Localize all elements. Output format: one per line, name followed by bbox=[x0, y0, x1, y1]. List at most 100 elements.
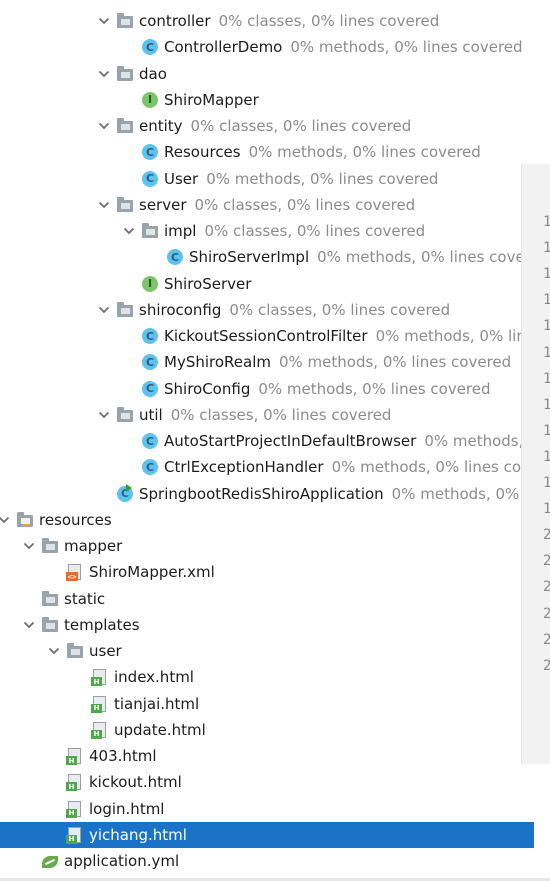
chevron-down-icon[interactable] bbox=[96, 297, 112, 323]
tree-item-label: user bbox=[89, 642, 122, 660]
tree-row[interactable]: static bbox=[0, 586, 534, 612]
tree-item-label: MyShiroRealm bbox=[164, 353, 271, 372]
package-folder-icon bbox=[116, 301, 134, 319]
tree-item-label: login.html bbox=[89, 799, 165, 818]
coverage-info: 0% methods, 0% lines covered bbox=[391, 484, 534, 503]
tree-row[interactable]: Hindex.html bbox=[0, 664, 534, 690]
tree-row[interactable]: C KickoutSessionControlFilter 0% methods, … bbox=[0, 323, 534, 349]
chevron-down-icon[interactable] bbox=[121, 218, 137, 244]
chevron-down-icon[interactable] bbox=[21, 533, 37, 559]
chevron-down-icon[interactable] bbox=[21, 612, 37, 638]
tree-row[interactable]: util 0% classes, 0% lines covered bbox=[0, 402, 534, 428]
tree-row[interactable]: <> ShiroMapper.xml bbox=[0, 559, 534, 585]
coverage-info: 0% classes, 0% lines covered bbox=[170, 405, 392, 424]
line-number: 2 bbox=[543, 657, 550, 674]
tree-row[interactable]: C ShiroServerImpl 0% methods, 0% lines cov… bbox=[0, 244, 534, 270]
html-file-icon: H bbox=[66, 747, 84, 765]
class-icon: C bbox=[141, 432, 159, 450]
tree-item-label: kickout.html bbox=[89, 773, 182, 792]
chevron-down-icon[interactable] bbox=[96, 192, 112, 218]
tree-item-label: Resources bbox=[164, 143, 241, 162]
coverage-info: 0% classes, 0% lines covered bbox=[204, 222, 426, 240]
line-number: 1 bbox=[543, 448, 550, 465]
tree-row[interactable]: server 0% classes, 0% lines covered bbox=[0, 192, 534, 218]
tree-row[interactable]: Hupdate.html bbox=[0, 717, 534, 743]
tree-row[interactable]: mapper bbox=[0, 533, 534, 559]
tree-row[interactable]: H 403.html bbox=[0, 743, 534, 769]
chevron-down-icon[interactable] bbox=[96, 8, 112, 34]
class-icon: C bbox=[141, 380, 159, 398]
folder-icon bbox=[66, 642, 84, 660]
line-number: 1 bbox=[543, 422, 550, 439]
yml-file-icon bbox=[41, 852, 59, 870]
package-folder-icon bbox=[116, 117, 134, 135]
tree-item-label: ShiroMapper.xml bbox=[89, 563, 215, 582]
tree-item-label: 403.html bbox=[89, 747, 157, 765]
tree-row[interactable]: Hyichang.html bbox=[0, 821, 534, 848]
tree-item-label: entity bbox=[139, 117, 183, 135]
tree-row[interactable]: C CtrlExceptionHandler 0% methods, 0% line… bbox=[0, 454, 534, 480]
html-file-icon: H bbox=[66, 826, 84, 844]
coverage-info: 0% methods, 0% lines covered bbox=[278, 353, 512, 372]
xml-file-icon: <> bbox=[66, 563, 84, 582]
chevron-down-icon[interactable] bbox=[0, 507, 12, 533]
tree-row[interactable]: C Resources 0% methods, 0% lines covered bbox=[0, 139, 534, 165]
tree-row[interactable]: impl 0% classes, 0% lines covered bbox=[0, 218, 534, 244]
tree-item-label: ShiroServer bbox=[164, 274, 252, 293]
tree-item-label: ControllerDemo bbox=[164, 38, 283, 57]
line-number: 2 bbox=[543, 527, 550, 544]
tree-row[interactable]: shiroconfig 0% classes, 0% lines covered bbox=[0, 297, 534, 323]
coverage-info: 0% methods, 0% lines covered bbox=[290, 38, 523, 57]
html-file-icon: H bbox=[66, 773, 84, 792]
tree-row[interactable]: application.yml bbox=[0, 848, 534, 874]
coverage-info: 0% classes, 0% lines covered bbox=[218, 12, 440, 30]
chevron-down-icon[interactable] bbox=[96, 61, 112, 87]
tree-row[interactable]: Hlogin.html bbox=[0, 796, 534, 822]
tree-item-label: update.html bbox=[114, 720, 206, 739]
tree-item-label: util bbox=[139, 405, 163, 424]
tree-row[interactable]: C SpringbootRedisShiroApplication 0% metho… bbox=[0, 481, 534, 507]
tree-row[interactable]: I ShiroMapper bbox=[0, 87, 534, 113]
tree-row[interactable]: user bbox=[0, 638, 534, 664]
tree-row[interactable]: dao bbox=[0, 61, 534, 87]
tree-row[interactable]: C AutoStartProjectInDefaultBrowser 0% meth… bbox=[0, 428, 534, 454]
tree-row[interactable]: C User 0% methods, 0% lines covered bbox=[0, 166, 534, 192]
coverage-info: 0% methods, 0% lines covered bbox=[258, 379, 491, 398]
tree-row[interactable]: C MyShiroRealm 0% methods, 0% lines covere… bbox=[0, 349, 534, 375]
line-number: 2 bbox=[543, 631, 550, 648]
tree-row[interactable]: C ControllerDemo 0% methods, 0% lines cove… bbox=[0, 34, 534, 60]
tree-row[interactable]: resources bbox=[0, 507, 534, 533]
line-number: 2 bbox=[543, 553, 550, 570]
chevron-down-icon[interactable] bbox=[46, 638, 62, 664]
tree-row[interactable]: Hkickout.html bbox=[0, 769, 534, 795]
coverage-info: 0% classes, 0% lines covered bbox=[229, 300, 451, 319]
resources-folder-icon bbox=[16, 511, 34, 529]
tree-item-label: templates bbox=[64, 615, 140, 634]
coverage-info: 0% methods, 0% lines covered bbox=[206, 169, 439, 188]
html-file-icon: H bbox=[66, 800, 84, 818]
folder-icon bbox=[41, 616, 59, 634]
tree-item-label: User bbox=[164, 169, 199, 188]
package-folder-icon bbox=[116, 65, 134, 83]
chevron-down-icon[interactable] bbox=[96, 402, 112, 428]
line-number: 1 bbox=[543, 475, 550, 491]
line-number: 1 bbox=[543, 266, 550, 283]
class-icon: C bbox=[166, 248, 184, 266]
tree-row[interactable]: C ShiroConfig 0% methods, 0% lines covered bbox=[0, 376, 534, 402]
chevron-down-icon[interactable] bbox=[96, 113, 112, 139]
tree-row[interactable]: I ShiroServer bbox=[0, 271, 534, 297]
tree-row[interactable]: templates bbox=[0, 612, 534, 638]
html-file-icon: H bbox=[91, 721, 109, 739]
tree-row[interactable]: entity 0% classes, 0% lines covered bbox=[0, 113, 534, 139]
tree-row[interactable]: controller 0% classes, 0% lines covered bbox=[0, 8, 534, 34]
tree-row[interactable]: Htianjai.html bbox=[0, 691, 534, 717]
